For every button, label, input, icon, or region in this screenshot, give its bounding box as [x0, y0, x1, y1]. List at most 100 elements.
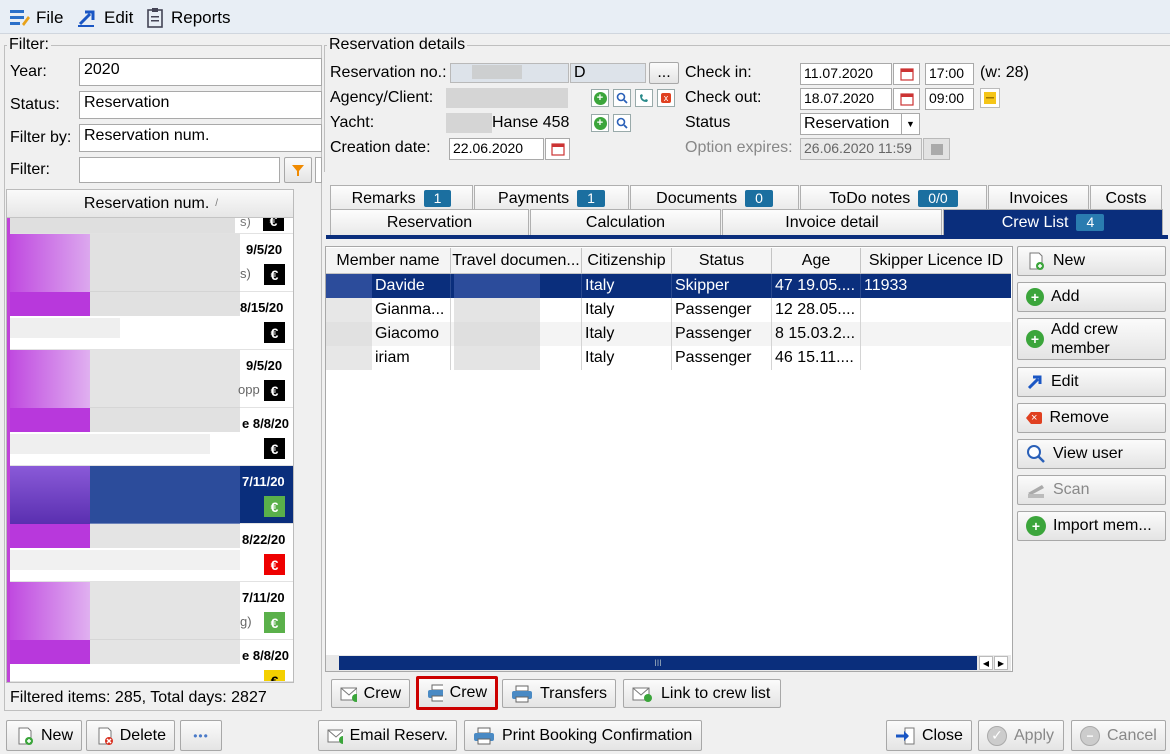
- new-reservation-button[interactable]: New: [6, 720, 82, 751]
- menu-reports[interactable]: Reports: [145, 6, 231, 30]
- tab-todo-notes[interactable]: ToDo notes 0/0: [800, 185, 987, 211]
- new-crew-button[interactable]: New: [1017, 246, 1166, 276]
- delete-reservation-button[interactable]: Delete: [86, 720, 175, 751]
- tab-calculation[interactable]: Calculation: [530, 209, 721, 235]
- scrollbar-thumb[interactable]: III: [339, 656, 977, 670]
- creation-date-input[interactable]: 22.06.2020: [449, 138, 544, 160]
- remove-icon[interactable]: x: [657, 89, 675, 107]
- tab-invoices[interactable]: Invoices: [988, 185, 1089, 211]
- list-header[interactable]: Reservation num. /: [7, 190, 293, 218]
- calendar-button[interactable]: [893, 88, 920, 110]
- list-item[interactable]: 9/5/20 s) €: [10, 234, 293, 292]
- checkin-time-input[interactable]: 17:00: [925, 63, 974, 85]
- list-item[interactable]: 7/11/20 g) €: [10, 582, 293, 640]
- new-document-icon: [1029, 252, 1044, 270]
- tab-invoice-detail[interactable]: Invoice detail: [722, 209, 942, 235]
- close-button[interactable]: Close: [886, 720, 972, 751]
- remove-crew-button[interactable]: × Remove: [1017, 403, 1166, 433]
- filter-by-select[interactable]: Reservation num.: [79, 124, 322, 152]
- tab-costs[interactable]: Costs: [1090, 185, 1162, 211]
- email-crew-button[interactable]: Crew: [331, 679, 410, 708]
- calendar-icon: [550, 143, 565, 156]
- table-row[interactable]: Davide Italy Skipper 47 19.05.... 11933: [326, 274, 1011, 298]
- edit-crew-button[interactable]: Edit: [1017, 367, 1166, 397]
- list-item[interactable]: e 8/8/20 €: [10, 640, 293, 682]
- more-options-button[interactable]: •••: [180, 720, 222, 751]
- filter-button[interactable]: [284, 157, 312, 183]
- printer-icon: [474, 727, 494, 744]
- calendar-button[interactable]: [545, 138, 570, 160]
- import-members-button[interactable]: + Import mem...: [1017, 511, 1166, 541]
- checkout-time-input[interactable]: 09:00: [925, 88, 974, 110]
- add-icon[interactable]: +: [591, 89, 609, 107]
- apply-button: ✓ Apply: [978, 720, 1064, 751]
- tab-documents[interactable]: Documents 0: [630, 185, 799, 211]
- year-input[interactable]: 2020: [79, 58, 322, 86]
- checkin-date-input[interactable]: 11.07.2020: [800, 63, 892, 85]
- list-item[interactable]: 8/22/20 €: [10, 524, 293, 582]
- list-item-date: 7/11/20: [242, 590, 285, 605]
- filter-by-label: Filter by:: [10, 129, 72, 146]
- search-icon[interactable]: [613, 89, 631, 107]
- menu-edit[interactable]: Edit: [76, 6, 133, 30]
- print-transfers-button[interactable]: Transfers: [502, 679, 616, 708]
- filter-text-label: Filter:: [10, 161, 50, 178]
- week-label: (w: 28): [980, 64, 1029, 81]
- col-status[interactable]: Status: [672, 248, 772, 274]
- calendar-button[interactable]: [893, 63, 920, 85]
- exit-icon: [896, 727, 915, 744]
- cancel-icon: −: [1080, 725, 1100, 746]
- file-icon: [10, 10, 30, 26]
- chevron-down-icon[interactable]: ▼: [901, 113, 920, 135]
- search-icon[interactable]: [613, 114, 631, 132]
- menu-file[interactable]: File: [8, 6, 63, 30]
- crew-table-header: Member name Travel documen... Citizenshi…: [326, 248, 1011, 274]
- add-crew-button[interactable]: + Add: [1017, 282, 1166, 312]
- tab-underline: [326, 235, 1168, 239]
- scroll-left-icon[interactable]: ◀: [979, 656, 993, 670]
- table-row[interactable]: Gianma... Italy Passenger 12 28.05....: [326, 298, 1011, 322]
- scan-button: Scan: [1017, 475, 1166, 505]
- euro-icon: €: [264, 496, 285, 517]
- tab-payments[interactable]: Payments 1: [474, 185, 629, 211]
- edit-icon: [78, 10, 95, 27]
- list-item-date: e 8/8/20: [242, 648, 290, 663]
- res-no-input[interactable]: D: [570, 63, 646, 83]
- list-item[interactable]: s) €: [10, 218, 293, 234]
- add-icon: +: [1026, 288, 1044, 306]
- filter-text-input[interactable]: [79, 157, 280, 183]
- col-member-name[interactable]: Member name: [326, 248, 451, 274]
- checkin-label: Check in:: [685, 64, 752, 81]
- tab-remarks[interactable]: Remarks 1: [330, 185, 473, 211]
- res-no-browse-button[interactable]: ...: [649, 62, 679, 84]
- add-icon[interactable]: +: [591, 114, 609, 132]
- add-crew-member-button[interactable]: + Add crew member: [1017, 318, 1166, 360]
- option-expires-label: Option expires:: [685, 139, 793, 156]
- status-detail-select[interactable]: Reservation: [800, 113, 902, 135]
- tab-reservation[interactable]: Reservation: [330, 209, 529, 235]
- euro-icon: €: [264, 264, 285, 285]
- link-crew-list-button[interactable]: Link to crew list: [623, 679, 781, 708]
- col-age[interactable]: Age: [772, 248, 861, 274]
- note-button[interactable]: [980, 88, 1000, 108]
- print-booking-confirmation-button[interactable]: Print Booking Confirmation: [464, 720, 702, 751]
- list-item[interactable]: 8/15/20 €: [10, 292, 293, 350]
- table-row[interactable]: iriam Italy Passenger 46 15.11....: [326, 346, 1011, 370]
- phone-icon[interactable]: [635, 89, 653, 107]
- list-item[interactable]: 9/5/20 opp €: [10, 350, 293, 408]
- view-user-button[interactable]: View user: [1017, 439, 1166, 469]
- cancel-button: − Cancel: [1071, 720, 1166, 751]
- status-select[interactable]: Reservation: [79, 91, 322, 119]
- tab-crew-list[interactable]: Crew List 4: [943, 209, 1163, 235]
- col-skipper-licence[interactable]: Skipper Licence ID: [861, 248, 1011, 274]
- col-travel-document[interactable]: Travel documen...: [451, 248, 582, 274]
- list-item[interactable]: e 8/8/20 €: [10, 408, 293, 466]
- print-crew-button[interactable]: Crew: [416, 676, 498, 710]
- checkout-date-input[interactable]: 18.07.2020: [800, 88, 892, 110]
- email-reservation-button[interactable]: Email Reserv.: [318, 720, 457, 751]
- col-citizenship[interactable]: Citizenship: [582, 248, 672, 274]
- horizontal-scrollbar[interactable]: III ◀ ▶: [326, 655, 1011, 671]
- list-item-selected[interactable]: 7/11/20 €: [10, 466, 293, 524]
- scroll-right-icon[interactable]: ▶: [994, 656, 1008, 670]
- table-row[interactable]: Giacomo Italy Passenger 8 15.03.2...: [326, 322, 1011, 346]
